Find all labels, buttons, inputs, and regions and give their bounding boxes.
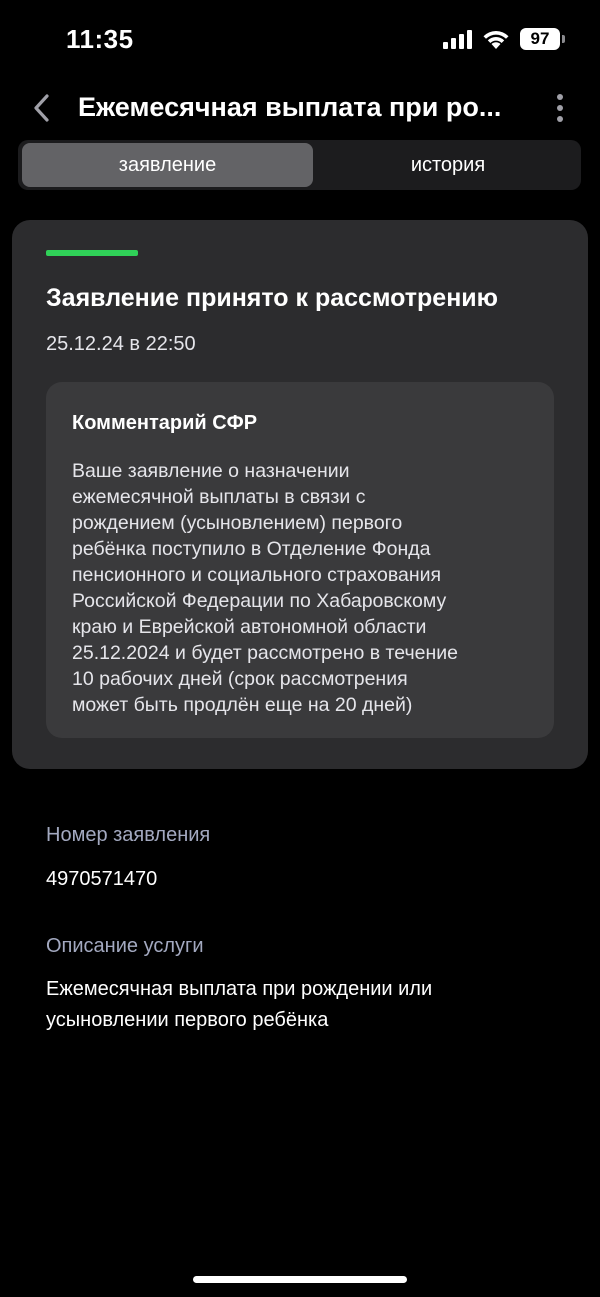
comment-line: Российской Федерации по Хабаровскому <box>72 590 447 612</box>
service-description-label: Описание услуги <box>46 935 204 957</box>
tab-application[interactable]: заявление <box>22 143 313 187</box>
comment-line: ежемесячной выплаты в связи с <box>72 486 366 508</box>
application-number-value: 4970571470 <box>46 868 158 890</box>
header: Ежемесячная выплата при ро... <box>0 82 600 134</box>
service-description-value: Ежемесячная выплата при рождении или усы… <box>46 974 432 1036</box>
comment-line: 10 рабочих дней (срок рассмотрения <box>72 668 408 690</box>
segmented-tabs: заявление история <box>18 140 581 190</box>
comment-title: Комментарий СФР <box>72 412 258 434</box>
status-accent-bar <box>46 250 138 256</box>
battery-icon: 97 <box>520 28 565 50</box>
comment-box: Комментарий СФР Ваше заявление о назначе… <box>46 382 554 738</box>
status-icons: 97 <box>443 28 565 50</box>
service-description-line: Ежемесячная выплата при рождении или <box>46 978 433 1000</box>
comment-line: ребёнка поступило в Отделение Фонда <box>72 538 431 560</box>
application-number-label: Номер заявления <box>46 824 211 846</box>
comment-line: краю и Еврейской автономной области <box>72 616 427 638</box>
status-title: Заявление принято к рассмотрению <box>46 284 499 312</box>
comment-line: рождением (усыновлением) первого <box>72 512 403 534</box>
status-bar: 11:35 97 <box>0 0 600 80</box>
signal-icon <box>443 29 472 49</box>
chevron-left-icon[interactable] <box>30 92 54 124</box>
page-title: Ежемесячная выплата при ро... <box>78 92 502 122</box>
home-indicator[interactable] <box>193 1276 407 1283</box>
wifi-icon <box>482 29 510 50</box>
comment-line: Ваше заявление о назначении <box>72 460 350 482</box>
comment-line: может быть продлён еще на 20 дней) <box>72 694 413 716</box>
status-date: 25.12.24 в 22:50 <box>46 333 196 355</box>
comment-line: 25.12.2024 и будет рассмотрено в течение <box>72 642 458 664</box>
comment-body: Ваше заявление о назначении ежемесячной … <box>72 458 542 718</box>
more-vertical-icon[interactable] <box>548 92 572 124</box>
comment-line: пенсионного и социального страхования <box>72 564 442 586</box>
status-card: Заявление принято к рассмотрению 25.12.2… <box>12 220 588 769</box>
battery-level: 97 <box>530 29 550 48</box>
status-time: 11:35 <box>66 24 134 54</box>
tab-history[interactable]: история <box>318 143 578 187</box>
service-description-line: усыновлении первого ребёнка <box>46 1009 329 1031</box>
